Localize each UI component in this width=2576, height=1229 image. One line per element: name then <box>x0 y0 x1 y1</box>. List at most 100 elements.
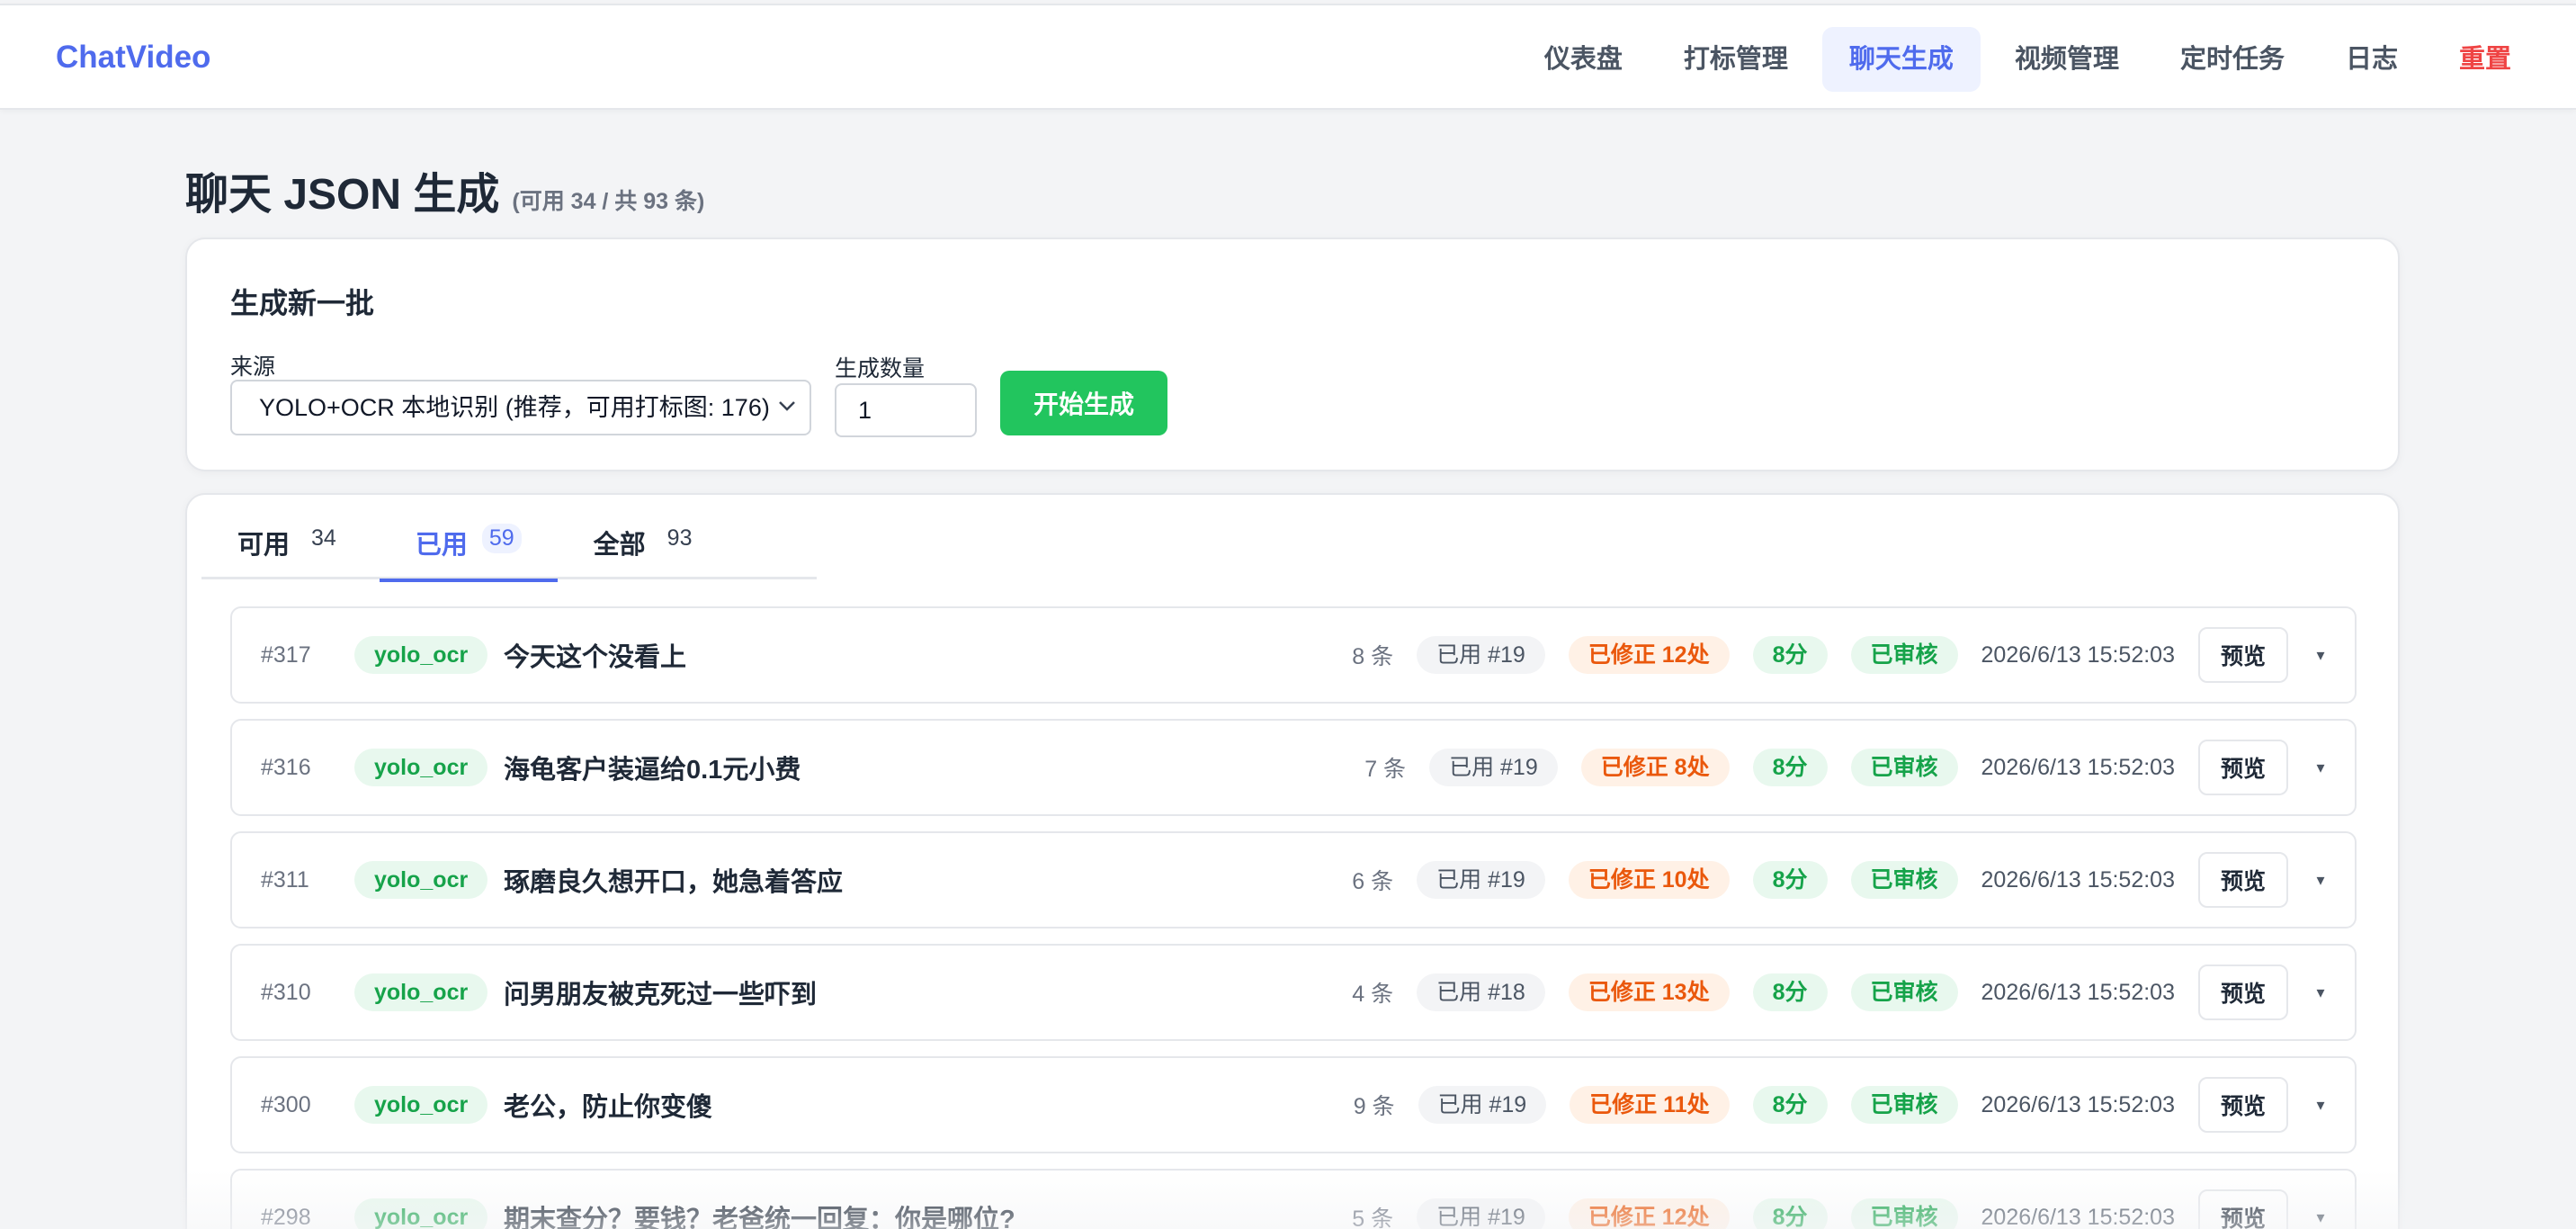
source-badge: yolo_ocr <box>354 973 488 1011</box>
fixed-badge: 已修正 13处 <box>1568 973 1730 1011</box>
review-badge: 已审核 <box>1850 973 1958 1011</box>
fixed-badge: 已修正 8处 <box>1580 749 1730 786</box>
message-count: 6 条 <box>1352 869 1394 894</box>
preview-button[interactable]: 预览 <box>2198 740 2288 795</box>
item-title: 问男朋友被克死过一些吓到 <box>504 981 818 1009</box>
nav-item-logs[interactable]: 日志 <box>2319 27 2425 92</box>
fixed-badge: 已修正 10处 <box>1568 861 1730 899</box>
tab-label: 可用 <box>237 531 291 560</box>
item-title: 海龟客户装逼给0.1元小费 <box>504 756 801 785</box>
generate-title: 生成新一批 <box>230 287 375 319</box>
main-nav: 仪表盘 打标管理 聊天生成 视频管理 定时任务 日志 重置 <box>1517 27 2538 92</box>
nav-item-dashboard[interactable]: 仪表盘 <box>1517 27 1650 92</box>
preview-button[interactable]: 预览 <box>2198 627 2288 683</box>
item-title: 老公，防止你变傻 <box>504 1093 713 1122</box>
caret-down-icon[interactable]: ▾ <box>2312 758 2330 777</box>
source-badge: yolo_ocr <box>354 636 488 674</box>
quantity-input[interactable] <box>835 383 977 437</box>
start-generate-button[interactable]: 开始生成 <box>1000 371 1167 435</box>
generate-card: 生成新一批 来源 YOLO+OCR 本地识别 (推荐，可用打标图: 176) 生… <box>185 238 2400 471</box>
review-badge: 已审核 <box>1850 1086 1958 1124</box>
score-badge: 8分 <box>1752 861 1828 899</box>
tab-available[interactable]: 可用 34 <box>201 522 380 579</box>
timestamp: 2026/6/13 15:52:03 <box>1981 1204 2175 1229</box>
caret-down-icon[interactable]: ▾ <box>2312 871 2330 890</box>
nav-item-labeling[interactable]: 打标管理 <box>1657 27 1815 92</box>
item-id: #310 <box>261 979 311 1005</box>
list-item[interactable]: #300 yolo_ocr 老公，防止你变傻 9 条 已用 #19 已修正 11… <box>230 1056 2357 1153</box>
score-badge: 8分 <box>1752 973 1828 1011</box>
caret-down-icon[interactable]: ▾ <box>2312 646 2330 665</box>
tab-label: 已用 <box>415 531 468 560</box>
nav-item-video[interactable]: 视频管理 <box>1988 27 2146 92</box>
top-navbar: ChatVideo 仪表盘 打标管理 聊天生成 视频管理 定时任务 日志 重置 <box>0 4 2576 110</box>
preview-button[interactable]: 预览 <box>2198 964 2288 1020</box>
used-badge: 已用 #19 <box>1429 749 1558 786</box>
source-badge: yolo_ocr <box>354 1198 488 1229</box>
nav-item-schedule[interactable]: 定时任务 <box>2153 27 2312 92</box>
item-id: #300 <box>261 1091 311 1117</box>
item-title: 期末查分？要钱？老爸统一回复：你是哪位? <box>504 1206 1015 1229</box>
score-badge: 8分 <box>1752 749 1828 786</box>
preview-button[interactable]: 预览 <box>2198 1189 2288 1229</box>
review-badge: 已审核 <box>1850 1198 1958 1229</box>
tab-count: 34 <box>311 525 336 551</box>
list-item[interactable]: #310 yolo_ocr 问男朋友被克死过一些吓到 4 条 已用 #18 已修… <box>230 944 2357 1041</box>
tab-used[interactable]: 已用 59 <box>379 522 558 582</box>
source-badge: yolo_ocr <box>354 1086 488 1124</box>
item-title: 今天这个没看上 <box>504 643 687 672</box>
timestamp: 2026/6/13 15:52:03 <box>1981 641 2175 668</box>
chevron-down-icon <box>777 381 797 453</box>
source-label: 来源 <box>230 354 276 380</box>
review-badge: 已审核 <box>1850 636 1958 674</box>
source-select[interactable]: YOLO+OCR 本地识别 (推荐，可用打标图: 176) <box>230 380 811 435</box>
fixed-badge: 已修正 12处 <box>1568 636 1730 674</box>
caret-down-icon[interactable]: ▾ <box>2312 1208 2330 1227</box>
list-item[interactable]: #316 yolo_ocr 海龟客户装逼给0.1元小费 7 条 已用 #19 已… <box>230 719 2357 816</box>
timestamp: 2026/6/13 15:52:03 <box>1981 866 2175 893</box>
tab-count: 93 <box>666 525 693 551</box>
message-count: 4 条 <box>1352 982 1394 1007</box>
item-id: #298 <box>261 1204 311 1229</box>
message-count: 5 条 <box>1352 1207 1394 1229</box>
list-item[interactable]: #317 yolo_ocr 今天这个没看上 8 条 已用 #19 已修正 12处… <box>230 606 2357 704</box>
tab-count: 59 <box>481 524 522 553</box>
fixed-badge: 已修正 11处 <box>1570 1086 1730 1124</box>
tab-label: 全部 <box>593 531 646 560</box>
nav-item-chat-generate[interactable]: 聊天生成 <box>1821 27 1981 92</box>
quantity-label: 生成数量 <box>835 356 926 381</box>
list-item[interactable]: #311 yolo_ocr 琢磨良久想开口，她急着答应 6 条 已用 #19 已… <box>230 831 2357 928</box>
preview-button[interactable]: 预览 <box>2198 1077 2288 1133</box>
item-id: #317 <box>261 641 311 668</box>
chat-list-card: 可用 34 已用 59 全部 93 #317 yolo_ocr 今天这个没看上 … <box>185 493 2400 1229</box>
nav-item-reset[interactable]: 重置 <box>2432 27 2538 92</box>
message-count: 7 条 <box>1364 757 1407 782</box>
page-header: 聊天 JSON 生成 (可用 34 / 共 93 条) <box>185 158 704 221</box>
score-badge: 8分 <box>1752 636 1828 674</box>
brand-logo[interactable]: ChatVideo <box>56 40 210 76</box>
tab-all[interactable]: 全部 93 <box>558 522 736 579</box>
list-item[interactable]: #298 yolo_ocr 期末查分？要钱？老爸统一回复：你是哪位? 5 条 已… <box>230 1169 2357 1229</box>
score-badge: 8分 <box>1752 1086 1828 1124</box>
score-badge: 8分 <box>1752 1198 1828 1229</box>
used-badge: 已用 #19 <box>1418 1086 1547 1124</box>
caret-down-icon[interactable]: ▾ <box>2312 983 2330 1002</box>
timestamp: 2026/6/13 15:52:03 <box>1981 979 2175 1005</box>
source-select-value: YOLO+OCR 本地识别 (推荐，可用打标图: 176) <box>259 394 770 421</box>
review-badge: 已审核 <box>1850 861 1958 899</box>
used-badge: 已用 #18 <box>1417 973 1545 1011</box>
caret-down-icon[interactable]: ▾ <box>2312 1096 2330 1115</box>
source-badge: yolo_ocr <box>354 749 488 786</box>
preview-button[interactable]: 预览 <box>2198 852 2288 908</box>
timestamp: 2026/6/13 15:52:03 <box>1981 754 2175 780</box>
message-count: 9 条 <box>1353 1094 1395 1119</box>
chat-list: #317 yolo_ocr 今天这个没看上 8 条 已用 #19 已修正 12处… <box>230 606 2357 1229</box>
status-tabs: 可用 34 已用 59 全部 93 <box>201 522 817 582</box>
used-badge: 已用 #19 <box>1417 861 1545 899</box>
item-id: #316 <box>261 754 311 780</box>
fixed-badge: 已修正 12处 <box>1568 1198 1730 1229</box>
page-subtitle: (可用 34 / 共 93 条) <box>512 189 705 214</box>
source-badge: yolo_ocr <box>354 861 488 899</box>
message-count: 8 条 <box>1352 644 1394 669</box>
used-badge: 已用 #19 <box>1417 1198 1545 1229</box>
